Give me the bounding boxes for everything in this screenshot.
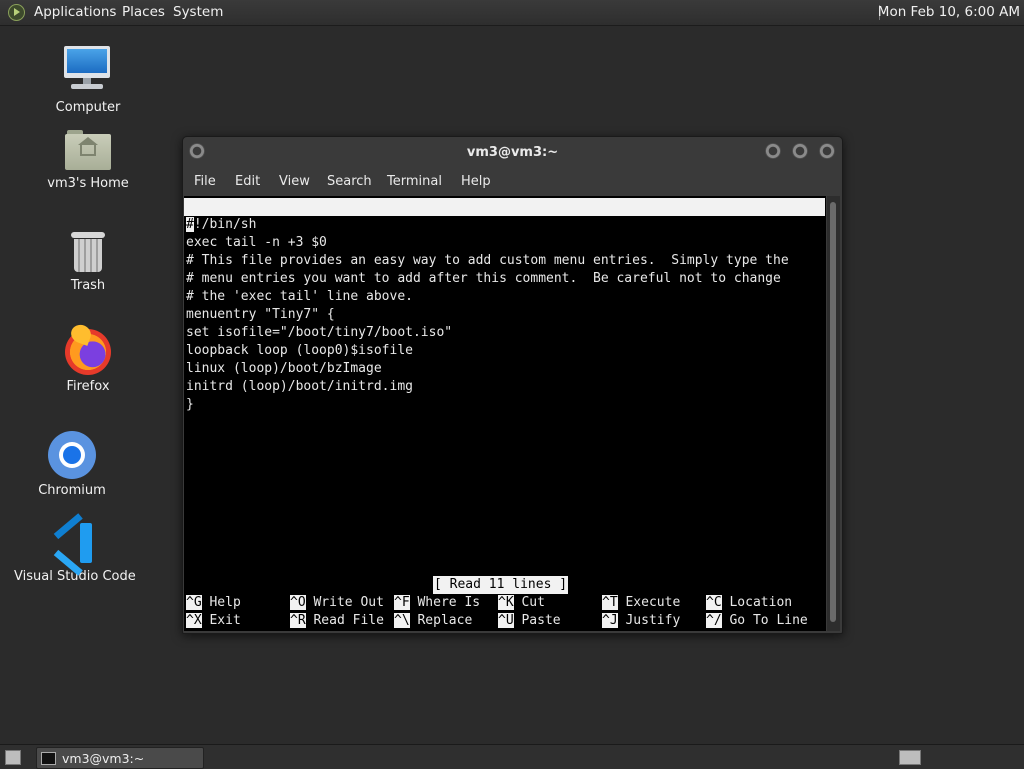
top-panel: Applications Places System Mon Feb 10, 6… [0,0,1024,26]
desktop-icon-label: vm3's Home [47,176,129,191]
nano-filename: /etc/grub.d/40_custom [434,235,599,250]
code-line: #!/bin/sh [186,216,256,234]
desktop-icon-home[interactable]: vm3's Home [44,130,132,191]
bottom-panel: vm3@vm3:~ [0,744,1024,769]
shortcut-help[interactable]: ^G Help [186,594,241,612]
code-line: # This file provides an easy way to add … [186,253,789,268]
scrollbar-thumb[interactable] [830,202,836,622]
menu-edit[interactable]: Edit [235,174,260,189]
clock[interactable]: Mon Feb 10, 6:00 AM [878,4,1020,20]
distro-logo-icon[interactable] [8,4,25,21]
maximize-button[interactable] [792,143,808,159]
menu-help[interactable]: Help [461,174,491,189]
shortcut-cut[interactable]: ^K Cut [498,594,545,612]
applications-menu[interactable]: Applications [34,4,116,20]
nano-title-bar: GNU nano 8.3 /etc/grub.d/40_custom [184,198,825,250]
nano-status-message: [ Read 11 lines ] [433,576,569,594]
minimize-button[interactable] [765,143,781,159]
terminal-window: vm3@vm3:~ File Edit View Search Terminal… [182,136,843,634]
desktop-icon-computer[interactable]: Computer [50,46,126,115]
code-line: loopback loop (loop0)$isofile [186,343,413,358]
window-menubar: File Edit View Search Terminal Help [183,170,842,194]
menu-terminal[interactable]: Terminal [387,174,442,189]
menu-file[interactable]: File [194,174,216,189]
home-folder-icon [65,130,111,172]
desktop-icon-label: Chromium [38,483,106,498]
shortcut-go-to-line[interactable]: ^/ Go To Line [706,612,808,630]
desktop-icon-vscode[interactable]: Visual Studio Code [14,513,136,584]
shortcut-read-file[interactable]: ^R Read File [290,612,384,630]
close-button[interactable] [819,143,835,159]
shortcut-exit[interactable]: ^X Exit [186,612,241,630]
computer-icon [63,46,113,96]
shortcut-replace[interactable]: ^\ Replace [394,612,472,630]
places-menu[interactable]: Places [122,4,165,20]
text-cursor: # [186,217,194,232]
trash-icon [69,230,107,274]
shortcut-execute[interactable]: ^T Execute [602,594,680,612]
terminal-area[interactable]: GNU nano 8.3 /etc/grub.d/40_custom #!/bi… [184,196,826,631]
terminal-icon [41,752,56,765]
desktop-icon-trash[interactable]: Trash [58,230,118,293]
desktop-icon-label: Firefox [66,379,110,394]
workspace-switcher[interactable] [899,750,921,765]
code-line: # menu entries you want to add after thi… [186,271,781,286]
terminal-scrollbar[interactable] [827,196,840,631]
menu-view[interactable]: View [279,174,310,189]
window-title: vm3@vm3:~ [466,145,559,160]
taskbar-label: vm3@vm3:~ [62,751,145,766]
shortcut-location[interactable]: ^C Location [706,594,792,612]
desktop-icon-label: Trash [70,278,106,293]
desktop-icon-firefox[interactable]: Firefox [58,329,118,394]
code-line: exec tail -n +3 $0 [186,235,327,250]
vscode-icon [52,513,96,576]
code-line: linux (loop)/boot/bzImage [186,361,382,376]
chromium-icon [48,431,96,479]
desktop-icon-label: Computer [55,100,121,115]
show-desktop-icon[interactable] [5,750,21,765]
shortcut-where-is[interactable]: ^F Where Is [394,594,480,612]
code-line-text: !/bin/sh [193,217,257,232]
code-line: initrd (loop)/boot/initrd.img [186,379,413,394]
system-menu[interactable]: System [173,4,223,20]
menu-search[interactable]: Search [327,174,372,189]
code-line: set isofile="/boot/tiny7/boot.iso" [186,325,453,340]
code-line: } [186,397,194,412]
shortcut-write-out[interactable]: ^O Write Out [290,594,384,612]
taskbar-button-terminal[interactable]: vm3@vm3:~ [36,747,204,769]
shortcut-paste[interactable]: ^U Paste [498,612,561,630]
code-line: menuentry "Tiny7" { [186,307,335,322]
code-line: # the 'exec tail' line above. [186,289,413,304]
desktop-icon-chromium[interactable]: Chromium [34,431,110,498]
window-titlebar[interactable]: vm3@vm3:~ [183,137,842,167]
firefox-icon [65,329,111,375]
shortcut-justify[interactable]: ^J Justify [602,612,680,630]
